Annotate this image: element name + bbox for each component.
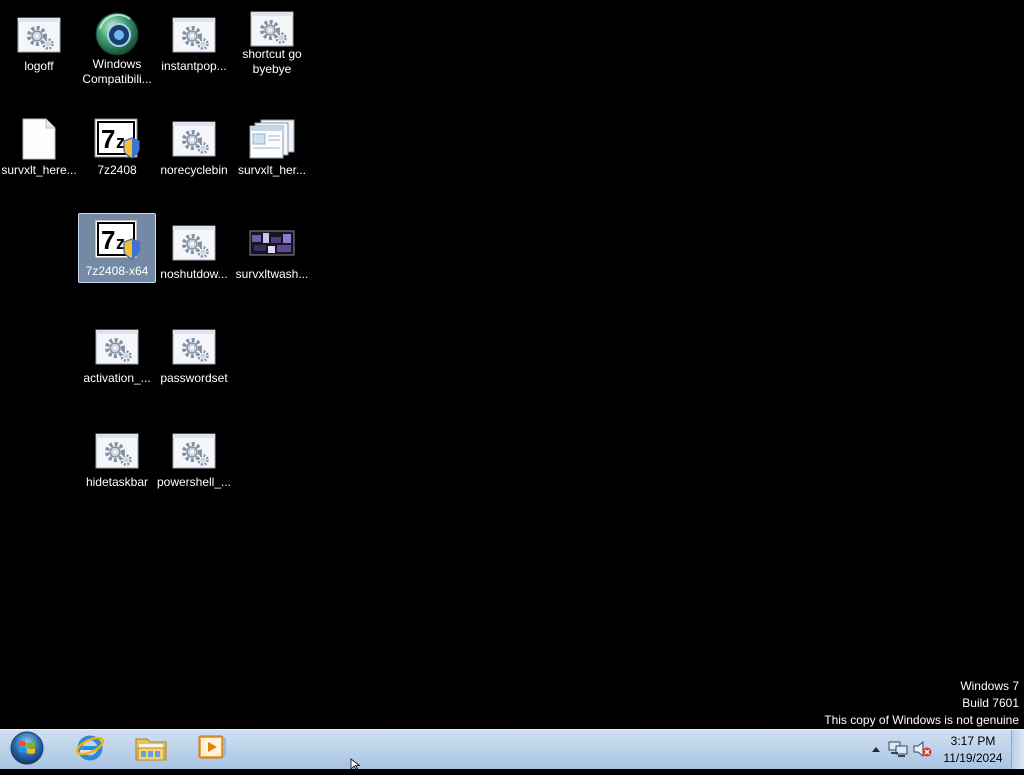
desktop-icon-windows-compatibility[interactable]: Windows Compatibili...: [78, 8, 156, 86]
script-settings-icon: [248, 11, 296, 47]
desktop[interactable]: logoff Windows Compatibili... instantpop…: [0, 0, 1024, 729]
script-settings-icon: [15, 11, 63, 59]
desktop-icon-7z2408[interactable]: 7z 7z2408: [78, 112, 156, 182]
desktop-icon-label: 7z2408: [97, 163, 137, 177]
watermark-build: Build 7601: [962, 696, 1019, 710]
browser-globe-icon: [93, 11, 141, 57]
desktop-icon-label: noshutdow...: [160, 267, 228, 281]
script-settings-icon: [170, 219, 218, 267]
desktop-icon-norecyclebin[interactable]: norecyclebin: [155, 112, 233, 182]
desktop-icon-label: shortcut go byebye: [242, 47, 302, 76]
desktop-icon-label: passwordset: [160, 371, 228, 385]
desktop-icon-shortcut-go-byebye[interactable]: shortcut go byebye: [233, 8, 311, 78]
volume-muted-icon[interactable]: [912, 739, 932, 759]
desktop-icon-label: logoff: [24, 59, 54, 73]
script-settings-icon: [170, 11, 218, 59]
desktop-icon-survxlt-here-2[interactable]: survxlt_her...: [233, 112, 311, 182]
desktop-icon-label: survxltwash...: [235, 267, 309, 281]
desktop-icon-passwordset[interactable]: passwordset: [155, 320, 233, 390]
desktop-icon-powershell[interactable]: powershell_...: [155, 424, 233, 494]
script-settings-icon: [170, 323, 218, 371]
script-settings-icon: [170, 115, 218, 163]
desktop-icon-label: activation_...: [83, 371, 151, 385]
windows-start-orb-icon: [9, 730, 45, 771]
7zip-installer-icon: 7z: [93, 115, 141, 163]
show-desktop-button[interactable]: [1011, 730, 1024, 769]
svg-text:7: 7: [101, 225, 115, 255]
mouse-cursor-icon: [350, 757, 362, 775]
clock[interactable]: 3:17 PM 11/19/2024: [935, 733, 1011, 767]
desktop-icon-logoff[interactable]: logoff: [0, 8, 78, 78]
taskbar-file-explorer[interactable]: [123, 731, 179, 768]
taskbar-internet-explorer[interactable]: [62, 731, 118, 768]
watermark-os-name: Windows 7: [960, 679, 1019, 693]
desktop-icon-label: instantpop...: [161, 59, 227, 73]
network-icon[interactable]: [888, 739, 908, 759]
video-thumbnail-icon: [248, 219, 296, 267]
file-explorer-icon: [134, 732, 168, 767]
media-player-icon: [197, 733, 227, 766]
script-settings-icon: [170, 427, 218, 475]
desktop-icon-noshutdown[interactable]: noshutdow...: [155, 216, 233, 286]
desktop-icon-survxltwash[interactable]: survxltwash...: [233, 216, 311, 286]
taskbar-media-player[interactable]: [184, 731, 240, 768]
desktop-icon-label: Windows Compatibili...: [82, 57, 152, 86]
desktop-icon-survxlt-here-1[interactable]: survxlt_here...: [0, 112, 78, 182]
7zip-installer-icon: 7z: [93, 216, 141, 264]
taskbar: 3:17 PM 11/19/2024: [0, 729, 1024, 769]
internet-explorer-icon: [74, 731, 106, 768]
show-hidden-icons-button[interactable]: [866, 739, 886, 759]
script-settings-icon: [93, 427, 141, 475]
watermark-not-genuine: This copy of Windows is not genuine: [824, 713, 1019, 727]
desktop-icon-label: powershell_...: [156, 475, 232, 489]
desktop-icon-label: survxlt_her...: [237, 163, 307, 177]
blank-file-icon: [15, 115, 63, 163]
script-settings-icon: [93, 323, 141, 371]
windows-genuine-watermark: Windows 7 Build 7601 This copy of Window…: [824, 678, 1019, 729]
desktop-icon-label: 7z2408-x64: [85, 264, 149, 278]
clock-date: 11/19/2024: [943, 751, 1003, 765]
window-files-icon: [248, 115, 296, 163]
desktop-icon-activation[interactable]: activation_...: [78, 320, 156, 390]
desktop-icon-label: hidetaskbar: [85, 475, 149, 489]
desktop-icon-instantpop[interactable]: instantpop...: [155, 8, 233, 78]
start-button[interactable]: [5, 730, 49, 771]
show-hidden-icons-arrow: [872, 747, 880, 752]
desktop-icon-hidetaskbar[interactable]: hidetaskbar: [78, 424, 156, 494]
clock-time: 3:17 PM: [950, 734, 996, 748]
desktop-icon-label: survxlt_here...: [1, 163, 77, 177]
desktop-icon-7z2408-x64[interactable]: 7z 7z2408-x64: [78, 213, 156, 283]
svg-text:7: 7: [101, 124, 115, 154]
desktop-icon-label: norecyclebin: [160, 163, 228, 177]
